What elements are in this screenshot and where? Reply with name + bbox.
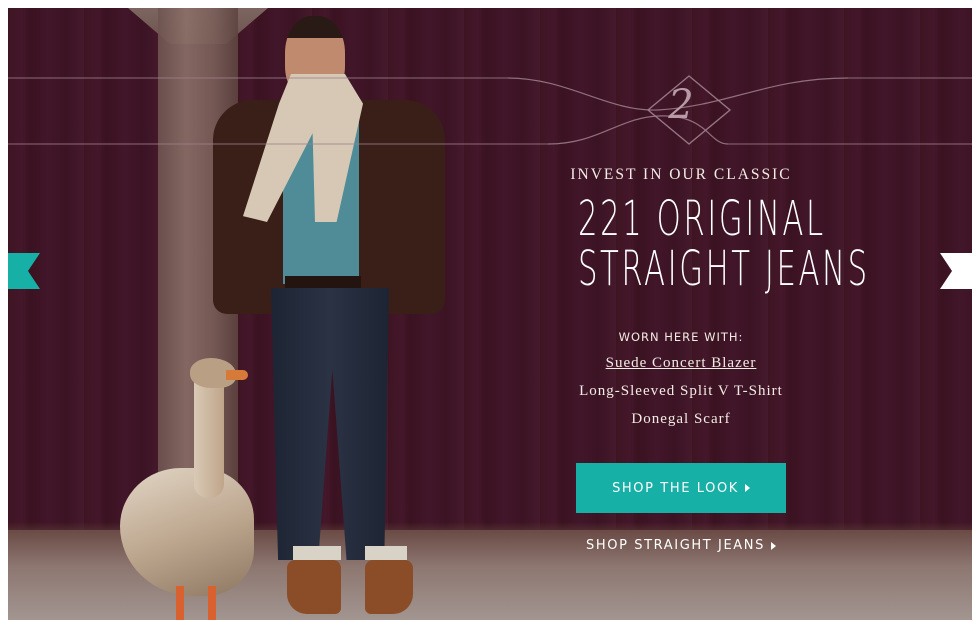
kicker-text: INVEST IN OUR CLASSIC xyxy=(570,166,792,183)
goose-photo xyxy=(120,358,260,620)
worn-with-label: WORN HERE WITH: xyxy=(618,330,744,344)
caret-right-icon xyxy=(744,484,750,492)
slide-copy: INVEST IN OUR CLASSIC 221 ORIGINAL STRAI… xyxy=(520,166,870,428)
suede-concert-blazer-link[interactable]: Suede Concert Blazer xyxy=(520,355,842,372)
shop-straight-jeans-link[interactable]: SHOP STRAIGHT JEANS xyxy=(576,538,786,553)
tshirt-item: Long-Sleeved Split V T-Shirt xyxy=(579,383,783,399)
scarf-item: Donegal Scarf xyxy=(631,411,731,427)
shop-the-look-button[interactable]: SHOP THE LOOK xyxy=(576,463,786,513)
ornament-divider xyxy=(8,75,972,145)
shop-straight-jeans-label: SHOP STRAIGHT JEANS xyxy=(586,538,765,553)
caret-right-icon xyxy=(770,541,776,550)
slide-number: 2 xyxy=(668,82,694,128)
previous-slide-button[interactable] xyxy=(8,253,40,289)
headline-line-2: STRAIGHT JEANS xyxy=(577,241,870,297)
headline: 221 ORIGINAL STRAIGHT JEANS xyxy=(577,191,870,297)
shop-the-look-label: SHOP THE LOOK xyxy=(612,480,739,496)
headline-line-1: 221 ORIGINAL xyxy=(577,191,826,247)
next-slide-button[interactable] xyxy=(940,253,972,289)
